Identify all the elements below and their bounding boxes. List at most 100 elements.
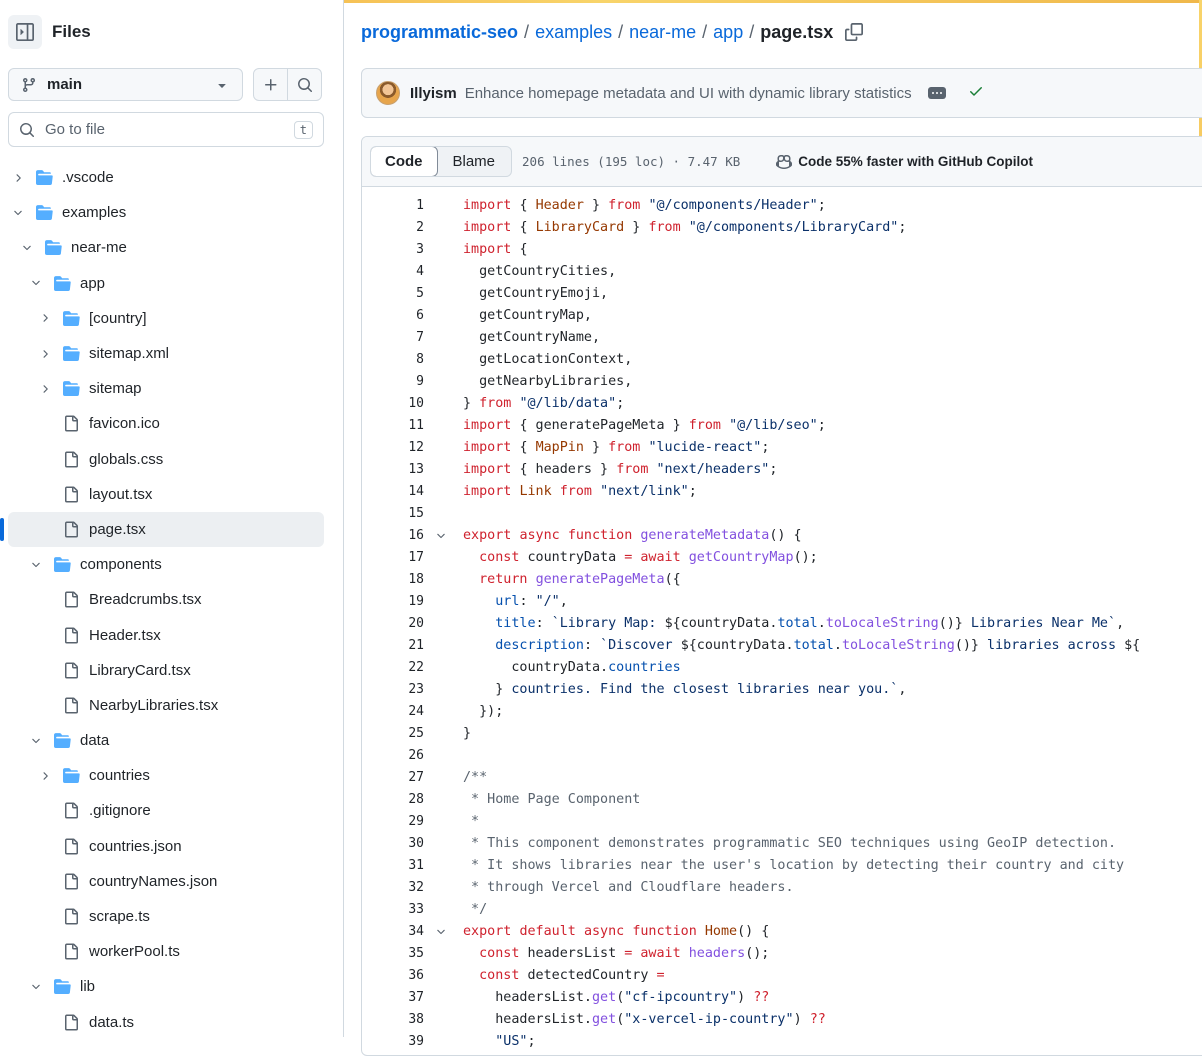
tree-folder[interactable]: examples [8,195,324,230]
line-number[interactable]: 22 [362,657,424,679]
line-number[interactable]: 9 [362,371,424,393]
line-number[interactable]: 39 [362,1031,424,1053]
tree-folder[interactable]: lib [8,969,324,1004]
tab-code[interactable]: Code [371,147,438,176]
chevron-right-icon[interactable] [37,768,53,784]
code-line[interactable]: 36 const detectedCountry = [362,965,1202,987]
commit-details-button[interactable] [927,87,946,99]
line-number[interactable]: 34 [362,921,424,943]
tree-file[interactable]: layout.tsx [8,477,324,512]
tree-file[interactable]: NearbyLibraries.tsx [8,688,324,723]
collapse-sidebar-button[interactable] [8,15,42,49]
go-to-file-input[interactable]: Go to file t [8,112,324,147]
copy-path-button[interactable] [845,23,864,41]
chevron-right-icon[interactable] [37,346,53,362]
line-number[interactable]: 17 [362,547,424,569]
tree-folder[interactable]: data [8,723,324,758]
code-line[interactable]: 29 * [362,811,1202,833]
code-line[interactable]: 14 import Link from "next/link"; [362,481,1202,503]
code-line[interactable]: 4 getCountryCities, [362,261,1202,283]
code-line[interactable]: 28 * Home Page Component [362,789,1202,811]
line-number[interactable]: 33 [362,899,424,921]
code-line[interactable]: 23 } countries. Find the closest librari… [362,679,1202,701]
code-line[interactable]: 34 export default async function Home() { [362,921,1202,943]
line-number[interactable]: 25 [362,723,424,745]
chevron-down-icon[interactable] [10,205,26,221]
line-number[interactable]: 20 [362,613,424,635]
code-line[interactable]: 38 headersList.get("x-vercel-ip-country"… [362,1009,1202,1031]
code-line[interactable]: 13 import { headers } from "next/headers"… [362,459,1202,481]
tree-file[interactable]: LibraryCard.tsx [8,653,324,688]
breadcrumb-link-examples[interactable]: examples [535,22,612,43]
add-file-button[interactable] [254,69,287,100]
code-line[interactable]: 27 /** [362,767,1202,789]
tree-folder[interactable]: components [8,547,324,582]
chevron-down-icon[interactable] [28,275,44,291]
code-line[interactable]: 9 getNearbyLibraries, [362,371,1202,393]
line-number[interactable]: 32 [362,877,424,899]
tree-file[interactable]: favicon.ico [8,406,324,441]
search-code-button[interactable] [287,69,321,100]
line-number[interactable]: 29 [362,811,424,833]
line-number[interactable]: 7 [362,327,424,349]
line-number[interactable]: 27 [362,767,424,789]
code-line[interactable]: 17 const countryData = await getCountryM… [362,547,1202,569]
code-line[interactable]: 19 url: "/", [362,591,1202,613]
chevron-down-icon[interactable] [28,733,44,749]
copilot-promo-link[interactable]: Code 55% faster with GitHub Copilot [776,154,1033,170]
line-number[interactable]: 18 [362,569,424,591]
line-number[interactable]: 30 [362,833,424,855]
tree-file[interactable]: workerPool.ts [8,934,324,969]
chevron-down-icon[interactable] [19,240,35,256]
code-line[interactable]: 33 */ [362,899,1202,921]
tree-folder[interactable]: sitemap.xml [8,336,324,371]
line-number[interactable]: 21 [362,635,424,657]
line-number[interactable]: 24 [362,701,424,723]
code-line[interactable]: 39 "US"; [362,1031,1202,1053]
line-number[interactable]: 1 [362,195,424,217]
code-line[interactable]: 16 export async function generateMetadata… [362,525,1202,547]
chevron-right-icon[interactable] [10,170,26,186]
tree-file[interactable]: scrape.ts [8,899,324,934]
status-check-icon[interactable] [968,83,984,104]
code-line[interactable]: 15 [362,503,1202,525]
code-line[interactable]: 12 import { MapPin } from "lucide-react"; [362,437,1202,459]
line-number[interactable]: 31 [362,855,424,877]
line-number[interactable]: 38 [362,1009,424,1031]
tab-blame[interactable]: Blame [437,147,512,176]
fold-chevron-icon[interactable] [434,924,448,940]
line-number[interactable]: 36 [362,965,424,987]
chevron-right-icon[interactable] [37,381,53,397]
breadcrumb-link-app[interactable]: app [713,22,743,43]
code-line[interactable]: 10} from "@/lib/data"; [362,393,1202,415]
code-line[interactable]: 3 import { [362,239,1202,261]
code-line[interactable]: 1 import { Header } from "@/components/He… [362,195,1202,217]
code-line[interactable]: 31 * It shows libraries near the user's … [362,855,1202,877]
code-line[interactable]: 8 getLocationContext, [362,349,1202,371]
code-line[interactable]: 37 headersList.get("cf-ipcountry") ?? [362,987,1202,1009]
line-number[interactable]: 11 [362,415,424,437]
code-line[interactable]: 5 getCountryEmoji, [362,283,1202,305]
line-number[interactable]: 13 [362,459,424,481]
tree-file[interactable]: Breadcrumbs.tsx [8,582,324,617]
code-line[interactable]: 24 }); [362,701,1202,723]
tree-folder[interactable]: countries [8,758,324,793]
tree-folder[interactable]: [country] [8,301,324,336]
code-line[interactable]: 11 import { generatePageMeta } from "@/li… [362,415,1202,437]
code-line[interactable]: 22 countryData.countries [362,657,1202,679]
code-line[interactable]: 7 getCountryName, [362,327,1202,349]
tree-file[interactable]: countries.json [8,829,324,864]
commit-author[interactable]: Illyism [410,85,457,102]
line-number[interactable]: 37 [362,987,424,1009]
chevron-down-icon[interactable] [28,557,44,573]
tree-folder[interactable]: app [8,266,324,301]
line-number[interactable]: 6 [362,305,424,327]
breadcrumb-repo-link[interactable]: programmatic-seo [361,22,518,43]
line-number[interactable]: 3 [362,239,424,261]
breadcrumb-link-near-me[interactable]: near-me [629,22,696,43]
tree-file[interactable]: Header.tsx [8,617,324,652]
line-number[interactable]: 4 [362,261,424,283]
line-number[interactable]: 16 [362,525,424,547]
code-line[interactable]: 25} [362,723,1202,745]
line-number[interactable]: 15 [362,503,424,525]
